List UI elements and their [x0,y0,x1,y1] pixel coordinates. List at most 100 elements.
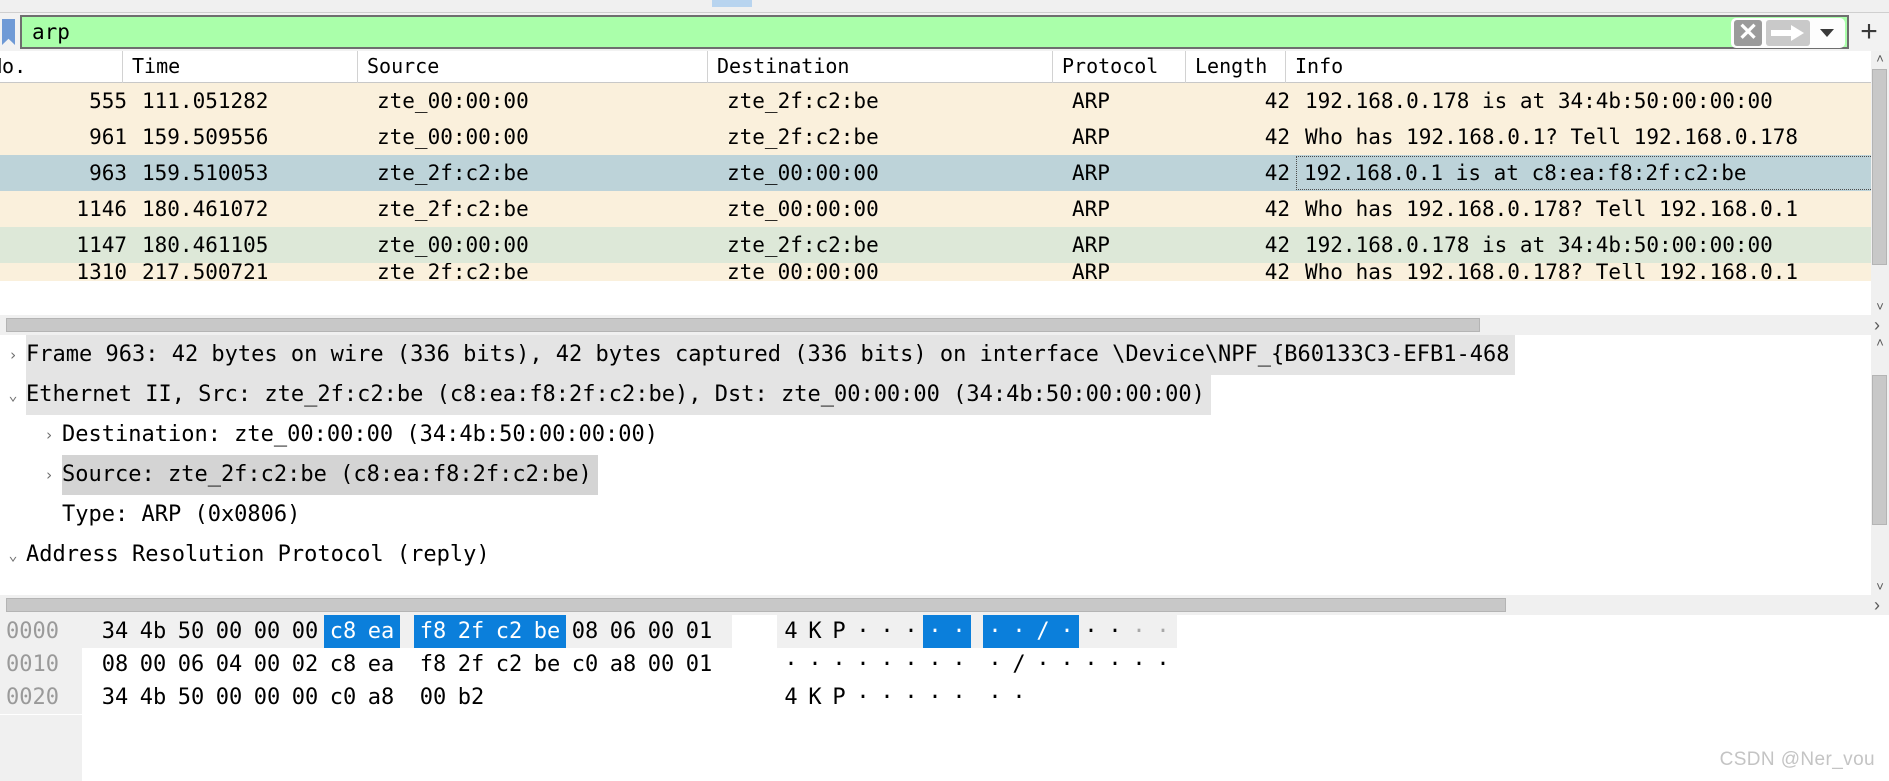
hex-byte[interactable]: 06 [172,648,210,681]
bookmark-icon[interactable] [0,13,20,51]
ascii-char[interactable]: / [1007,648,1031,681]
ascii-char[interactable]: 4 [779,681,803,714]
arrow-right-icon[interactable] [1766,20,1810,46]
ascii-char[interactable]: · [947,681,971,714]
ascii-char[interactable]: · [1151,648,1175,681]
ascii-char[interactable]: P [827,615,851,648]
hex-byte[interactable]: c0 [566,648,604,681]
ascii-char[interactable]: · [923,648,947,681]
hex-byte[interactable]: 2f [452,615,490,648]
hex-byte[interactable]: be [528,615,566,648]
hex-byte[interactable]: be [528,648,566,681]
hex-byte[interactable]: 08 [96,648,134,681]
hex-byte[interactable]: b2 [452,681,490,714]
ascii-char[interactable]: · [1007,615,1031,648]
table-row[interactable]: 555 111.051282 zte_00:00:00 zte_2f:c2:be ARP… [0,83,1889,119]
ascii-char[interactable]: · [899,648,923,681]
ascii-char[interactable]: · [1127,648,1151,681]
packet-list-vertical-scrollbar[interactable]: ˄ ˅ [1871,51,1889,315]
ascii-char[interactable]: · [875,648,899,681]
hex-byte[interactable]: c2 [490,615,528,648]
scrollbar-thumb[interactable] [1872,69,1887,265]
hex-byte[interactable]: 2f [452,648,490,681]
ascii-char[interactable]: · [875,615,899,648]
hex-byte[interactable]: 00 [210,681,248,714]
hex-byte[interactable]: c8 [324,648,362,681]
hex-byte[interactable]: ea [362,615,400,648]
detail-tree-item[interactable]: ⌄ Ethernet II, Src: zte_2f:c2:be (c8:ea:f… [0,375,1889,415]
ascii-char[interactable]: · [947,615,971,648]
chevron-down-icon[interactable]: ⌄ [0,535,26,575]
ascii-char[interactable]: · [923,681,947,714]
hex-byte[interactable]: 01 [680,648,718,681]
ascii-char[interactable]: · [851,615,875,648]
scroll-down-icon[interactable]: ˅ [1871,299,1889,315]
table-row[interactable]: 1147 180.461105 zte_00:00:00 zte_2f:c2:be AR… [0,227,1889,263]
packet-list-horizontal-scrollbar[interactable]: › [0,315,1889,335]
hex-byte[interactable]: a8 [362,681,400,714]
hex-byte[interactable]: ea [362,648,400,681]
scrollbar-thumb[interactable] [1872,375,1887,525]
add-filter-button[interactable]: + [1849,13,1889,51]
ascii-char[interactable]: K [803,681,827,714]
ascii-char[interactable]: · [899,615,923,648]
ascii-char[interactable]: · [827,648,851,681]
ascii-char[interactable]: · [1055,615,1079,648]
ascii-char[interactable]: · [1007,681,1031,714]
hex-byte[interactable]: 08 [566,615,604,648]
hex-byte[interactable]: 00 [210,615,248,648]
hex-byte[interactable]: 00 [286,615,324,648]
ascii-char[interactable]: K [803,615,827,648]
scrollbar-thumb[interactable] [6,598,1506,612]
hex-byte[interactable]: 02 [286,648,324,681]
ascii-char[interactable]: · [779,648,803,681]
scroll-right-icon[interactable]: › [1865,595,1889,616]
chevron-right-icon[interactable]: › [36,455,62,495]
ascii-char[interactable]: · [947,648,971,681]
search-input[interactable] [22,16,1847,48]
hex-byte[interactable]: a8 [604,648,642,681]
ascii-char[interactable]: · [1055,648,1079,681]
hex-byte[interactable]: 00 [248,615,286,648]
scroll-right-icon[interactable]: › [1865,315,1889,336]
ascii-char[interactable]: 4 [779,615,803,648]
ascii-char[interactable]: · [1079,615,1103,648]
detail-tree-item[interactable]: › Source: zte_2f:c2:be (c8:ea:f8:2f:c2:be… [0,455,1889,495]
hex-byte[interactable]: 00 [642,615,680,648]
hex-byte[interactable]: 00 [248,648,286,681]
ascii-char[interactable]: · [983,648,1007,681]
hex-byte[interactable]: f8 [414,615,452,648]
ascii-char[interactable]: · [1103,648,1127,681]
scroll-up-icon[interactable]: ˄ [1871,51,1889,67]
ascii-char[interactable]: · [923,615,947,648]
ascii-char[interactable]: · [803,648,827,681]
table-row[interactable]: 1146 180.461072 zte_2f:c2:be zte_00:00:00 AR… [0,191,1889,227]
hex-byte[interactable]: 34 [96,681,134,714]
hex-byte[interactable]: 4b [134,681,172,714]
ascii-char[interactable]: / [1031,615,1055,648]
close-icon[interactable]: ✕ [1734,20,1762,46]
ascii-char[interactable]: P [827,681,851,714]
hex-byte[interactable]: 00 [248,681,286,714]
table-row[interactable]: 1310 217.500721 zte_2f:c2:be zte_00:00:00 AR… [0,263,1889,281]
scrollbar-thumb[interactable] [6,318,1480,332]
ascii-char[interactable]: · [1127,615,1151,648]
column-header-no[interactable]: No. [0,51,123,83]
ascii-char[interactable]: · [1031,648,1055,681]
ascii-char[interactable]: · [875,681,899,714]
hex-byte[interactable]: 34 [96,615,134,648]
hex-byte[interactable]: c0 [324,681,362,714]
chevron-down-icon[interactable]: ⌄ [0,375,26,415]
ascii-char[interactable]: · [1151,615,1175,648]
hex-byte[interactable]: 50 [172,681,210,714]
ascii-char[interactable]: · [1079,648,1103,681]
hex-byte[interactable]: 00 [134,648,172,681]
column-header-source[interactable]: Source [358,51,708,83]
table-row[interactable]: 961 159.509556 zte_00:00:00 zte_2f:c2:be ARP… [0,119,1889,155]
detail-horizontal-scrollbar[interactable]: › [0,595,1889,615]
hex-byte[interactable]: f8 [414,648,452,681]
chevron-right-icon[interactable]: › [36,415,62,455]
ascii-char[interactable]: · [899,681,923,714]
hex-byte[interactable]: c8 [324,615,362,648]
ascii-char[interactable]: · [983,681,1007,714]
